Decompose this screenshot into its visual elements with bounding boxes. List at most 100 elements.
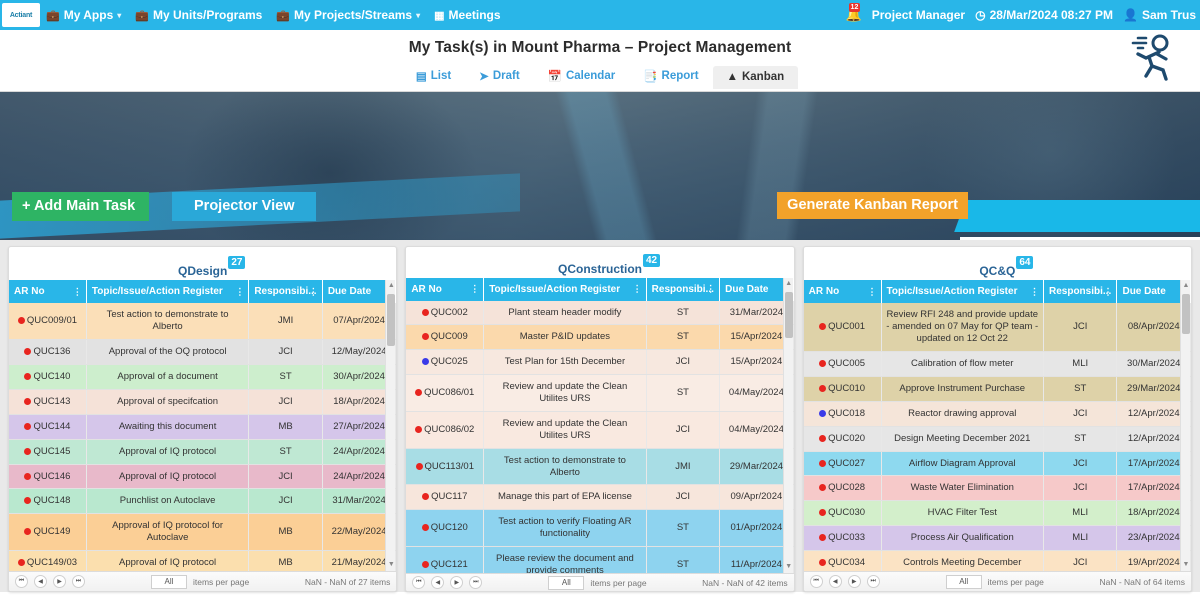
cell-ar-no[interactable]: QUC033: [803, 525, 882, 552]
table-row[interactable]: QUC086/02 Review and update the Clean Uti…: [406, 411, 794, 449]
table-row[interactable]: QUC005 Calibration of flow meter MLI 30/Mar…: [803, 351, 1191, 377]
scrollbar-thumb[interactable]: [387, 294, 396, 347]
nav-item-my-projects-streams[interactable]: 💼 My Projects/Streams ▾: [276, 8, 420, 22]
column-menu-icon[interactable]: ⋮: [309, 287, 318, 296]
table-row[interactable]: QUC120 Test action to verify Floating AR …: [406, 509, 794, 548]
brand-logo[interactable]: Actiant: [2, 3, 40, 27]
first-page-button[interactable]: ⏮: [15, 575, 28, 589]
items-per-page-select[interactable]: All: [548, 575, 585, 590]
last-page-button[interactable]: ⏭: [866, 575, 880, 589]
table-row[interactable]: QUC033 Process Air Qualification MLI 23/Apr…: [803, 525, 1191, 552]
col-header-topic[interactable]: Topic/Issue/Action Register ⋮: [86, 280, 250, 304]
prev-page-button[interactable]: ◀: [828, 575, 842, 589]
col-header-responsibility[interactable]: Responsibi... ⋮: [248, 280, 323, 304]
next-page-button[interactable]: ▶: [847, 575, 861, 589]
items-per-page-select[interactable]: All: [151, 574, 187, 589]
cell-ar-no[interactable]: QUC002: [406, 300, 485, 326]
tab-calendar[interactable]: 📅 Calendar: [534, 64, 630, 89]
column-grid[interactable]: AR No ⋮ Topic/Issue/Action Register ⋮ Resp…: [9, 280, 397, 572]
tab-draft[interactable]: ➤ Draft: [465, 64, 533, 89]
cell-topic[interactable]: Approval of IQ protocol: [86, 439, 250, 465]
cell-topic[interactable]: Airflow Diagram Approval: [881, 451, 1044, 477]
first-page-button[interactable]: ⏮: [412, 576, 426, 590]
cell-topic[interactable]: Approval of a document: [86, 364, 250, 390]
cell-ar-no[interactable]: QUC149: [9, 513, 87, 552]
cell-ar-no[interactable]: QUC149/03: [9, 550, 87, 572]
column-grid[interactable]: AR No ⋮ Topic/Issue/Action Register ⋮ Resp…: [803, 280, 1191, 572]
cell-topic[interactable]: Review RFI 248 and provide update - amen…: [881, 303, 1044, 353]
next-page-button[interactable]: ▶: [53, 575, 66, 589]
cell-topic[interactable]: Approval of IQ protocol for Autoclave: [86, 513, 250, 552]
cell-ar-no[interactable]: QUC113/01: [406, 448, 485, 486]
vertical-scrollbar[interactable]: ▲ ▼: [385, 280, 396, 572]
scrollbar-thumb[interactable]: [1181, 294, 1190, 335]
table-row[interactable]: QUC027 Airflow Diagram Approval JCI 17/Apr/…: [803, 451, 1191, 477]
table-row[interactable]: QUC146 Approval of IQ protocol JCI 24/Apr/2…: [9, 464, 397, 490]
cell-topic[interactable]: Approval of specifcation: [86, 389, 250, 415]
cell-ar-no[interactable]: QUC136: [9, 339, 87, 366]
table-row[interactable]: QUC010 Approve Instrument Purchase ST 29/Ma…: [803, 376, 1191, 402]
table-row[interactable]: QUC009 Master P&ID updates ST 15/Apr/2024: [406, 324, 794, 351]
scroll-up-arrow[interactable]: ▲: [1182, 282, 1190, 290]
cell-ar-no[interactable]: QUC030: [803, 500, 882, 527]
cell-topic[interactable]: Process Air Qualification: [881, 525, 1044, 552]
vertical-scrollbar[interactable]: ▲ ▼: [1179, 280, 1190, 572]
table-row[interactable]: QUC020 Design Meeting December 2021 ST 12/A…: [803, 426, 1191, 452]
cell-ar-no[interactable]: QUC145: [9, 439, 87, 465]
cell-ar-no[interactable]: QUC146: [9, 464, 87, 490]
cell-ar-no[interactable]: QUC086/01: [406, 374, 485, 412]
cell-topic[interactable]: Please review the document and provide c…: [483, 546, 647, 574]
cell-topic[interactable]: Awaiting this document: [86, 414, 250, 440]
table-row[interactable]: QUC149/03 Approval of IQ protocol MB 21/May…: [9, 550, 397, 572]
cell-ar-no[interactable]: QUC020: [803, 426, 882, 452]
col-header-ar-no[interactable]: AR No ⋮: [803, 280, 882, 304]
projector-view-button[interactable]: Projector View: [172, 192, 317, 221]
next-page-button[interactable]: ▶: [450, 576, 464, 590]
cell-topic[interactable]: Punchlist on Autoclave: [86, 488, 250, 515]
cell-ar-no[interactable]: QUC034: [803, 550, 882, 572]
column-menu-icon[interactable]: ⋮: [868, 287, 877, 296]
last-page-button[interactable]: ⏭: [72, 575, 85, 589]
nav-item-my-apps[interactable]: 💼 My Apps ▾: [46, 8, 121, 22]
cell-ar-no[interactable]: QUC025: [406, 349, 485, 376]
nav-item-my-units-programs[interactable]: 💼 My Units/Programs: [135, 8, 262, 22]
col-header-ar-no[interactable]: AR No ⋮: [9, 280, 87, 304]
scroll-down-arrow[interactable]: ▼: [785, 563, 793, 571]
generate-kanban-report-button[interactable]: Generate Kanban Report: [777, 192, 968, 219]
table-row[interactable]: QUC028 Waste Water Elimination JCI 17/Apr/2…: [803, 475, 1191, 502]
table-row[interactable]: QUC009/01 Test action to demonstrate to A…: [9, 303, 397, 341]
col-header-ar-no[interactable]: AR No ⋮: [406, 277, 485, 301]
cell-topic[interactable]: Test action to demonstrate to Alberto: [86, 303, 250, 341]
cell-topic[interactable]: Approval of IQ protocol: [86, 464, 250, 490]
scroll-up-arrow[interactable]: ▲: [387, 282, 395, 290]
first-page-button[interactable]: ⏮: [809, 575, 823, 589]
col-header-responsibility[interactable]: Responsibi... ⋮: [1043, 280, 1118, 304]
cell-topic[interactable]: Design Meeting December 2021: [881, 426, 1044, 452]
table-row[interactable]: QUC148 Punchlist on Autoclave JCI 31/Mar/20…: [9, 488, 397, 515]
table-row[interactable]: QUC002 Plant steam header modify ST 31/Mar/…: [406, 300, 794, 326]
cell-topic[interactable]: HVAC Filter Test: [881, 500, 1044, 527]
table-row[interactable]: QUC149 Approval of IQ protocol for Autocl…: [9, 513, 397, 552]
scroll-down-arrow[interactable]: ▼: [1182, 561, 1190, 569]
cell-ar-no[interactable]: QUC009: [406, 324, 485, 351]
cell-ar-no[interactable]: QUC120: [406, 509, 485, 548]
cell-ar-no[interactable]: QUC005: [803, 351, 882, 377]
cell-ar-no[interactable]: QUC148: [9, 488, 87, 515]
table-row[interactable]: QUC086/01 Review and update the Clean Uti…: [406, 374, 794, 412]
table-row[interactable]: QUC034 Controls Meeting December JCI 19/Apr…: [803, 550, 1191, 572]
column-menu-icon[interactable]: ⋮: [73, 287, 82, 296]
cell-topic[interactable]: Review and update the Clean Utilites URS: [483, 374, 647, 412]
cell-topic[interactable]: Approve Instrument Purchase: [881, 376, 1044, 402]
column-menu-icon[interactable]: ⋮: [1030, 287, 1039, 296]
cell-topic[interactable]: Test action to verify Floating AR functi…: [483, 509, 647, 548]
table-row[interactable]: QUC113/01 Test action to demonstrate to A…: [406, 448, 794, 486]
column-grid[interactable]: AR No ⋮ Topic/Issue/Action Register ⋮ Resp…: [406, 277, 794, 574]
cell-topic[interactable]: Master P&ID updates: [483, 324, 647, 351]
add-main-task-button[interactable]: + Add Main Task: [12, 192, 150, 221]
column-menu-icon[interactable]: ⋮: [706, 284, 715, 293]
tab-kanban[interactable]: ▲ Kanban: [712, 66, 799, 89]
cell-ar-no[interactable]: QUC143: [9, 389, 87, 415]
cell-topic[interactable]: Controls Meeting December: [881, 550, 1044, 572]
tab-report[interactable]: 📑 Report: [629, 64, 712, 89]
cell-ar-no[interactable]: QUC028: [803, 475, 882, 502]
